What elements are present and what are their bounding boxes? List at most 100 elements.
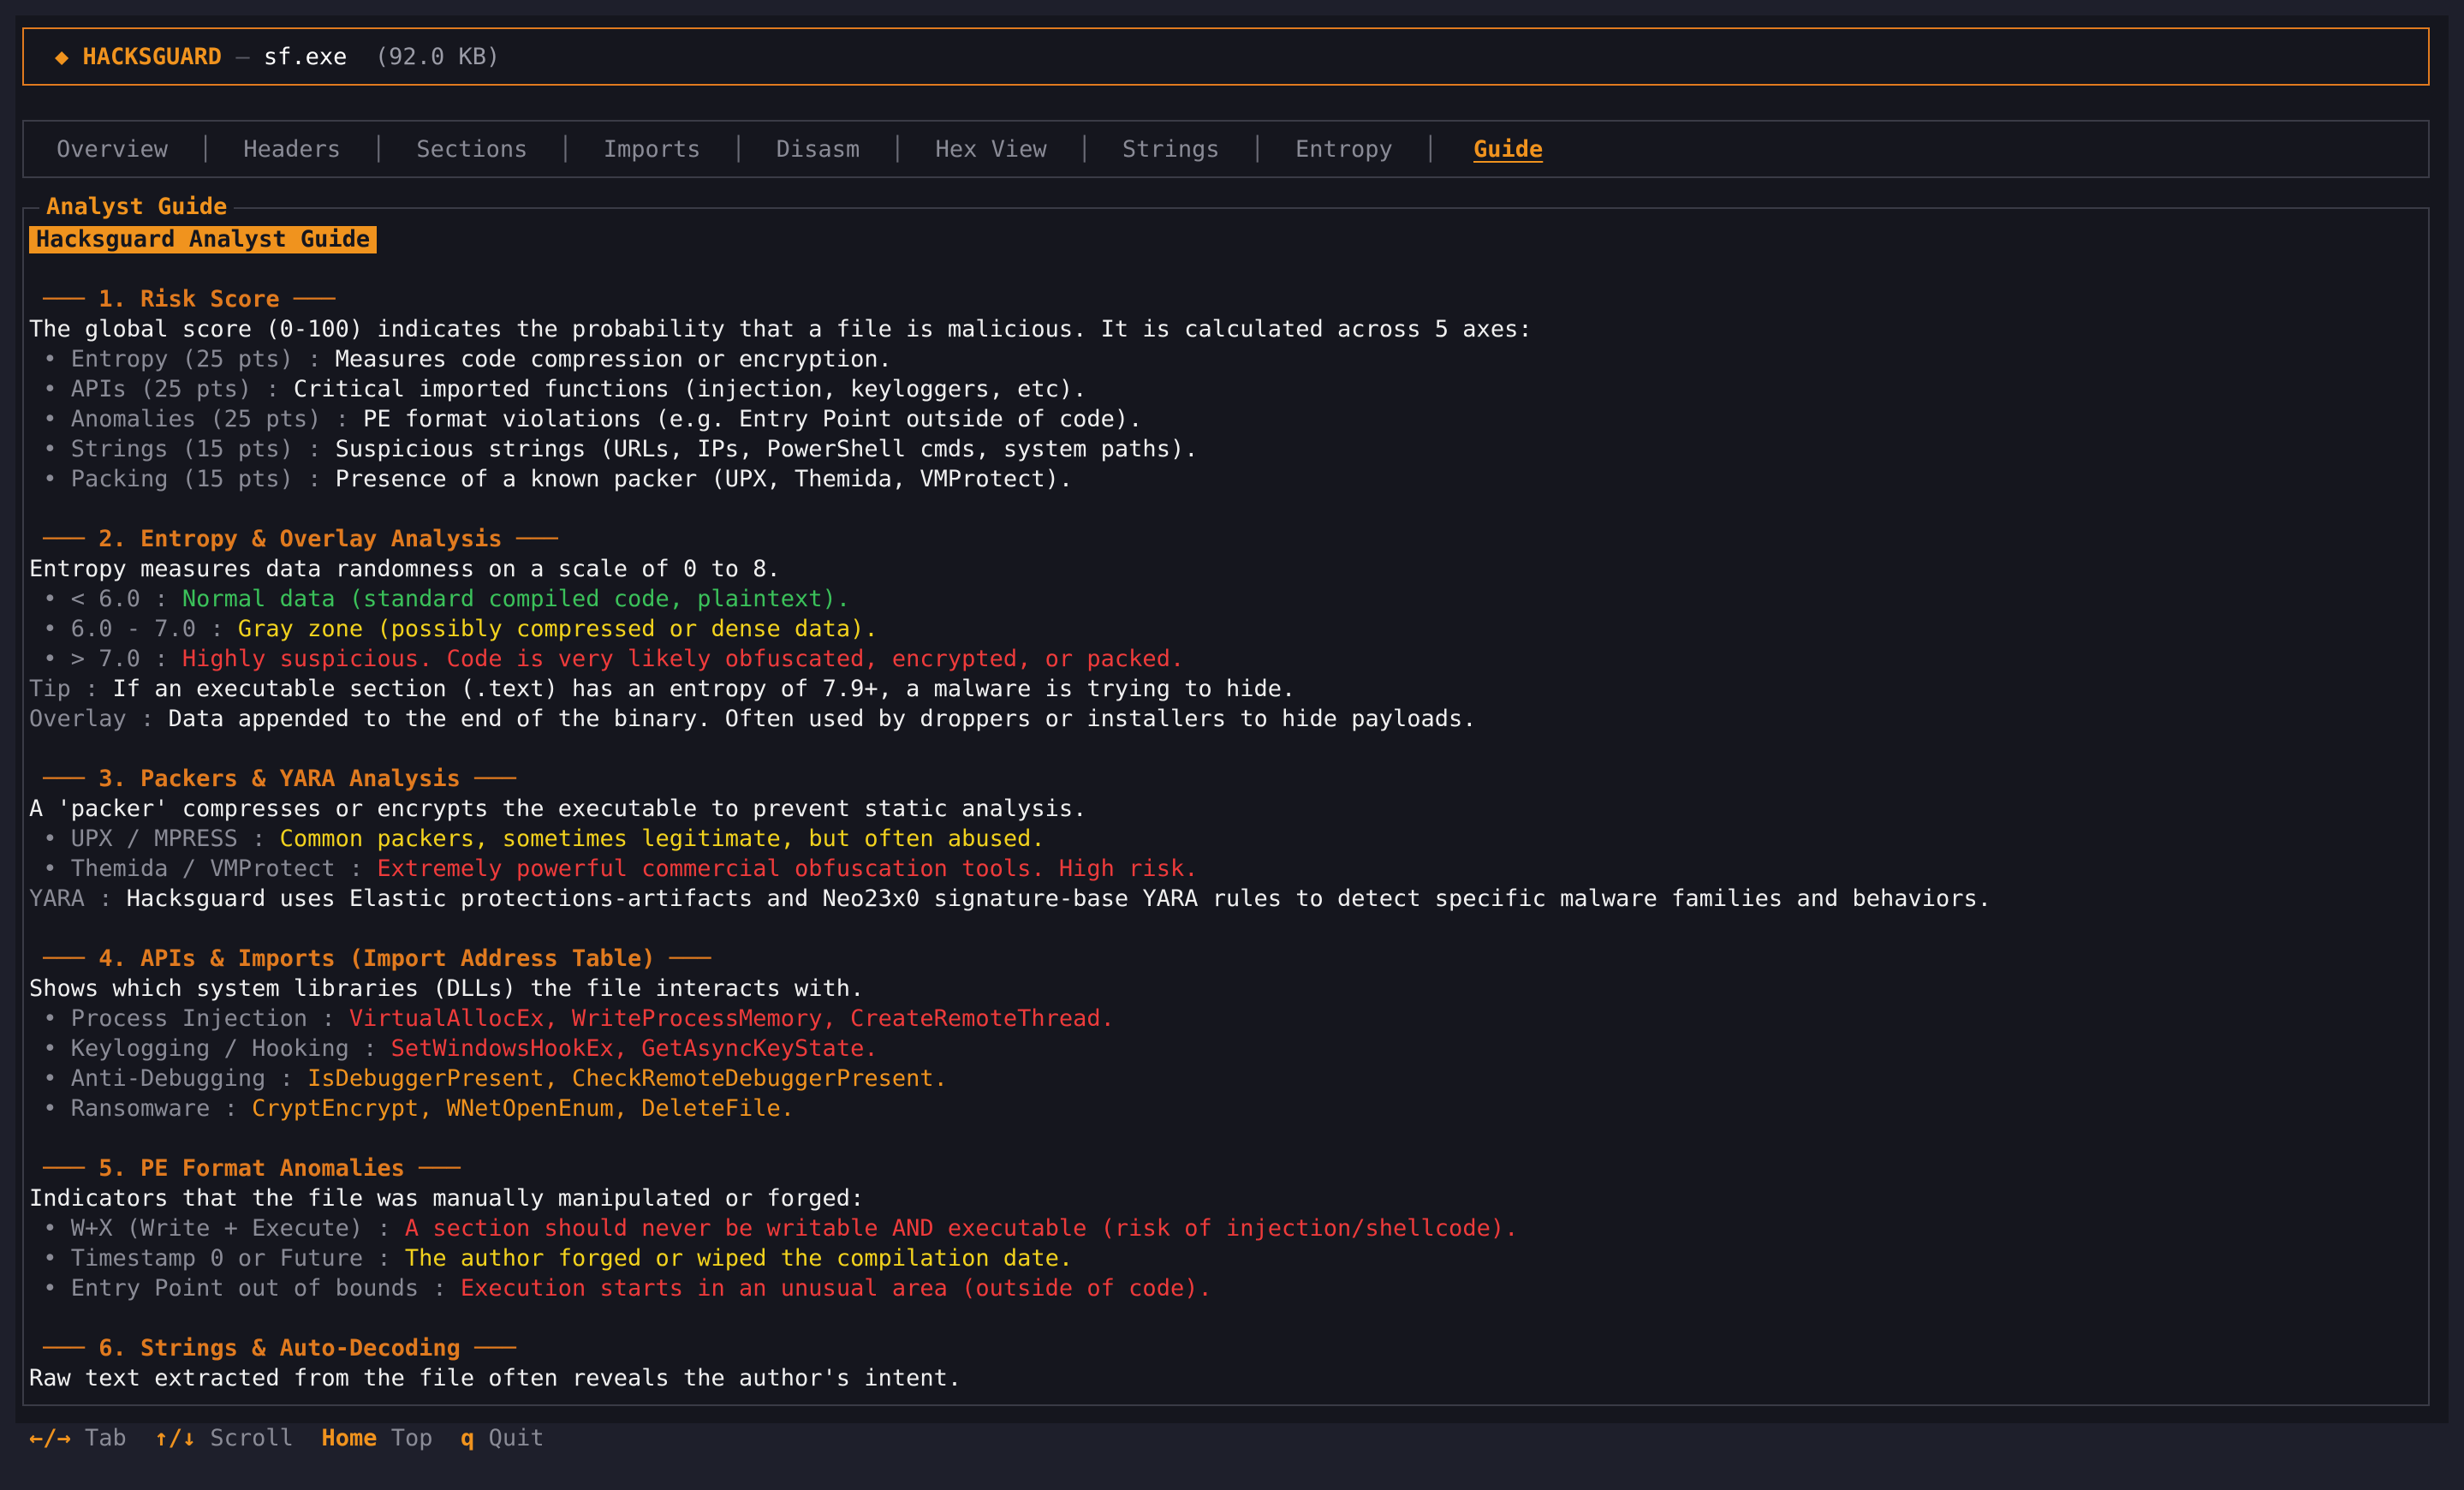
line-text: Gray zone (possibly compressed or dense … [237, 616, 878, 642]
guide-line: • > 7.0 : Highly suspicious. Code is ver… [29, 644, 2418, 674]
section-title: ─── 5. PE Format Anomalies ─── [29, 1155, 461, 1182]
guide-line: Entropy measures data randomness on a sc… [29, 554, 2418, 584]
line-text: SetWindowsHookEx, GetAsyncKeyState. [390, 1035, 878, 1062]
section-title: ─── 3. Packers & YARA Analysis ─── [29, 766, 516, 792]
line-text: Extremely powerful commercial obfuscatio… [377, 855, 1199, 882]
guide-line: Tip : If an executable section (.text) h… [29, 674, 2418, 704]
guide-line: • Anomalies (25 pts) : PE format violati… [29, 404, 2418, 434]
line-label: • W+X (Write + Execute) : [29, 1215, 405, 1242]
line-label: • Timestamp 0 or Future : [29, 1245, 405, 1272]
guide-line: • Packing (15 pts) : Presence of a known… [29, 464, 2418, 494]
line-text: The global score (0-100) indicates the p… [29, 316, 1533, 343]
key-hints: ←/→ Tab ↑/↓ Scroll Home Top q Quit [29, 1423, 545, 1454]
guide-line: • W+X (Write + Execute) : A section shou… [29, 1213, 2418, 1243]
line-label: • Anti-Debugging : [29, 1065, 308, 1092]
key-hint-desc: Quit [488, 1425, 545, 1451]
tab-entropy[interactable]: Entropy [1295, 136, 1393, 163]
line-label: • Keylogging / Hooking : [29, 1035, 391, 1062]
tab-hex-view[interactable]: Hex View [936, 136, 1047, 163]
app-header: ◆ HACKSGUARD — sf.exe (92.0 KB) [22, 27, 2430, 86]
header-separator: — [222, 43, 264, 70]
line-text: Highly suspicious. Code is very likely o… [182, 646, 1185, 672]
line-text: IsDebuggerPresent, CheckRemoteDebuggerPr… [307, 1065, 948, 1092]
guide-line: • Entropy (25 pts) : Measures code compr… [29, 344, 2418, 374]
key-hint-key: ←/→ [29, 1425, 71, 1451]
line-label: • 6.0 - 7.0 : [29, 616, 238, 642]
tab-separator: │ [890, 135, 905, 163]
section-title: ─── 2. Entropy & Overlay Analysis ─── [29, 526, 558, 552]
line-text: CryptEncrypt, WNetOpenEnum, DeleteFile. [252, 1095, 795, 1122]
line-label: • < 6.0 : [29, 586, 182, 612]
tab-sections[interactable]: Sections [416, 136, 527, 163]
tab-overview[interactable]: Overview [57, 136, 168, 163]
app-brand: ◆ HACKSGUARD [55, 43, 223, 70]
section-heading: ─── 6. Strings & Auto-Decoding ─── [29, 1333, 2418, 1363]
line-text: Normal data (standard compiled code, pla… [182, 586, 851, 612]
guide-line: Overlay : Data appended to the end of th… [29, 704, 2418, 734]
line-text: Measures code compression or encryption. [335, 346, 892, 372]
guide-line: • Process Injection : VirtualAllocEx, Wr… [29, 1004, 2418, 1034]
tab-headers[interactable]: Headers [243, 136, 341, 163]
section-heading: ─── 3. Packers & YARA Analysis ─── [29, 764, 2418, 794]
line-label: • UPX / MPRESS : [29, 825, 280, 852]
key-hint-desc: Tab [85, 1425, 127, 1451]
section-title: ─── 1. Risk Score ─── [29, 286, 336, 313]
line-label: • Ransomware : [29, 1095, 253, 1122]
line-label: • > 7.0 : [29, 646, 182, 672]
section-heading: ─── 4. APIs & Imports (Import Address Ta… [29, 944, 2418, 974]
guide-banner: Hacksguard Analyst Guide [29, 226, 378, 253]
tab-disasm[interactable]: Disasm [777, 136, 860, 163]
line-label: Tip : [29, 676, 113, 702]
guide-line: • < 6.0 : Normal data (standard compiled… [29, 584, 2418, 614]
line-text: Data appended to the end of the binary. … [168, 706, 1477, 732]
line-text: Suspicious strings (URLs, IPs, PowerShel… [335, 436, 1199, 462]
tab-imports[interactable]: Imports [604, 136, 701, 163]
line-text: The author forged or wiped the compilati… [404, 1245, 1074, 1272]
panel-title: Analyst Guide [39, 194, 235, 220]
line-label: • Strings (15 pts) : [29, 436, 336, 462]
tab-separator: │ [1250, 135, 1265, 163]
file-name: sf.exe [263, 43, 348, 70]
guide-line: Raw text extracted from the file often r… [29, 1363, 2418, 1393]
key-hint-desc: Scroll [210, 1425, 294, 1451]
guide-line: YARA : Hacksguard uses Elastic protectio… [29, 884, 2418, 914]
line-text: Critical imported functions (injection, … [293, 376, 1087, 402]
line-text: Common packers, sometimes legitimate, bu… [279, 825, 1045, 852]
section-heading: ─── 5. PE Format Anomalies ─── [29, 1153, 2418, 1183]
line-label: • APIs (25 pts) : [29, 376, 294, 402]
guide-line: The global score (0-100) indicates the p… [29, 314, 2418, 344]
tab-strings[interactable]: Strings [1122, 136, 1220, 163]
line-text: Hacksguard uses Elastic protections-arti… [126, 885, 1992, 912]
line-text: PE format violations (e.g. Entry Point o… [363, 406, 1143, 432]
file-size: (92.0 KB) [374, 43, 501, 70]
line-label: • Anomalies (25 pts) : [29, 406, 364, 432]
line-label: • Themida / VMProtect : [29, 855, 378, 882]
tab-separator: │ [199, 135, 213, 163]
guide-line: • Timestamp 0 or Future : The author for… [29, 1243, 2418, 1273]
guide-line: Shows which system libraries (DLLs) the … [29, 974, 2418, 1004]
line-text: Entropy measures data randomness on a sc… [29, 556, 781, 582]
section-title: ─── 6. Strings & Auto-Decoding ─── [29, 1335, 516, 1362]
guide-line: • Anti-Debugging : IsDebuggerPresent, Ch… [29, 1064, 2418, 1094]
line-text: Presence of a known packer (UPX, Themida… [335, 466, 1074, 492]
guide-line: • APIs (25 pts) : Critical imported func… [29, 374, 2418, 404]
line-label: YARA : [29, 885, 127, 912]
guide-line: A 'packer' compresses or encrypts the ex… [29, 794, 2418, 824]
tab-guide[interactable]: Guide [1468, 136, 1548, 163]
guide-line: • Keylogging / Hooking : SetWindowsHookE… [29, 1034, 2418, 1064]
guide-line: • Themida / VMProtect : Extremely powerf… [29, 854, 2418, 884]
line-text: VirtualAllocEx, WriteProcessMemory, Crea… [348, 1005, 1115, 1032]
guide-line: • 6.0 - 7.0 : Gray zone (possibly compre… [29, 614, 2418, 644]
line-text: Execution starts in an unusual area (out… [460, 1275, 1212, 1302]
guide-content[interactable]: Hacksguard Analyst Guide ─── 1. Risk Sco… [29, 224, 2418, 1393]
key-hint-desc: Top [390, 1425, 433, 1451]
guide-line: • Ransomware : CryptEncrypt, WNetOpenEnu… [29, 1094, 2418, 1123]
tab-separator: │ [1077, 135, 1092, 163]
line-text: Raw text extracted from the file often r… [29, 1365, 962, 1392]
line-label: • Packing (15 pts) : [29, 466, 336, 492]
tab-separator: │ [1423, 135, 1437, 163]
